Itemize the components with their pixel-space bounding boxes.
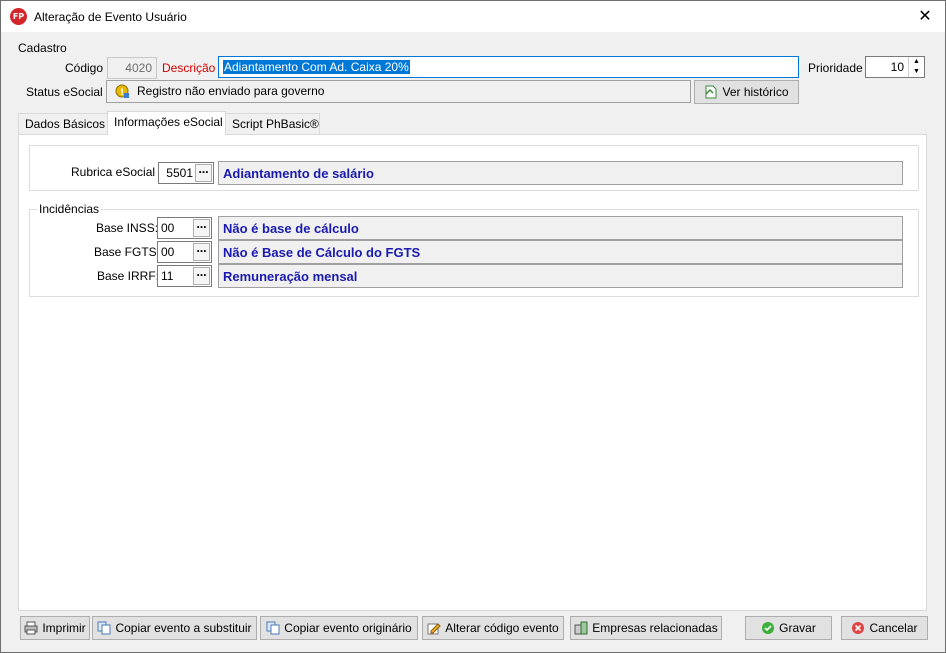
descricao-field[interactable]: Adiantamento Com Ad. Caixa 20%	[218, 56, 799, 78]
cadastro-legend: Cadastro	[18, 41, 67, 55]
cancelar-label: Cancelar	[869, 621, 918, 635]
companies-icon	[574, 621, 588, 635]
copiar-evento-originario-button[interactable]: Copiar evento originário	[260, 616, 418, 640]
imprimir-label: Imprimir	[42, 621, 86, 635]
base-irrf-description: Remuneração mensal	[218, 264, 903, 288]
tab-informacoes-esocial[interactable]: Informações eSocial	[107, 111, 226, 135]
status-esocial-field: ! Registro não enviado para governo	[106, 80, 691, 103]
copiar-evento-substituir-label: Copiar evento a substituir	[115, 621, 252, 635]
close-icon[interactable]: ✕	[905, 1, 945, 32]
gravar-button[interactable]: Gravar	[745, 616, 832, 640]
imprimir-button[interactable]: Imprimir	[20, 616, 90, 640]
cancel-circle-icon	[851, 621, 865, 635]
app-logo-icon: FP	[10, 8, 27, 25]
printer-icon	[24, 621, 38, 635]
cancelar-button[interactable]: Cancelar	[841, 616, 928, 640]
codigo-field[interactable]: 4020	[107, 57, 157, 79]
prioridade-value: 10	[890, 60, 904, 74]
base-inss-label: Base INSS:	[96, 221, 159, 235]
rubrica-code-value: 5501	[166, 166, 193, 180]
gravar-label: Gravar	[779, 621, 816, 635]
codigo-label: Código	[65, 61, 104, 75]
rubrica-lookup-button[interactable]: …	[195, 164, 212, 182]
prioridade-label: Prioridade	[808, 61, 863, 75]
tab-dados-basicos[interactable]: Dados Básicos	[18, 113, 108, 134]
base-fgts-lookup-button[interactable]: …	[193, 243, 210, 261]
base-irrf-lookup-button[interactable]: …	[193, 267, 210, 285]
window-title: Alteração de Evento Usuário	[34, 10, 187, 24]
esocial-tab-panel: Rubrica eSocial 5501 … Adiantamento de s…	[18, 134, 927, 611]
edit-pencil-icon	[427, 621, 442, 635]
empresas-relacionadas-label: Empresas relacionadas	[592, 621, 718, 635]
spinner-arrows-icon[interactable]: ▲ ▼	[908, 57, 924, 77]
copy-icon	[266, 621, 280, 635]
tab-informacoes-esocial-label: Informações eSocial	[114, 115, 223, 129]
tab-dados-basicos-label: Dados Básicos	[25, 117, 106, 131]
title-bar: FP Alteração de Evento Usuário ✕	[1, 1, 945, 32]
incidencias-legend: Incidências	[37, 202, 102, 216]
base-inss-lookup-button[interactable]: …	[193, 219, 210, 237]
status-esocial-text: Registro não enviado para governo	[137, 84, 325, 98]
tab-script-phbasic[interactable]: Script PhBasic®	[225, 113, 320, 134]
check-circle-icon	[761, 621, 775, 635]
base-inss-description: Não é base de cálculo	[218, 216, 903, 240]
rubrica-label: Rubrica eSocial	[71, 165, 156, 179]
svg-text:!: !	[120, 88, 124, 98]
ver-historico-label: Ver histórico	[722, 85, 789, 99]
descricao-selected-text: Adiantamento Com Ad. Caixa 20%	[223, 60, 410, 74]
descricao-label: Descrição	[162, 61, 216, 75]
copiar-evento-substituir-button[interactable]: Copiar evento a substituir	[92, 616, 257, 640]
rubrica-description: Adiantamento de salário	[218, 161, 903, 185]
base-irrf-code-value: 11	[161, 269, 174, 283]
history-doc-icon	[704, 85, 718, 99]
ver-historico-button[interactable]: Ver histórico	[694, 80, 799, 104]
dialog-window: FP Alteração de Evento Usuário ✕ Cadastr…	[0, 0, 946, 653]
base-inss-code-value: 00	[161, 221, 175, 235]
status-warning-icon: !	[115, 84, 130, 99]
base-fgts-label: Base FGTS:	[94, 245, 161, 259]
empresas-relacionadas-button[interactable]: Empresas relacionadas	[570, 616, 722, 640]
base-fgts-code-value: 00	[161, 245, 175, 259]
copy-icon	[97, 621, 111, 635]
prioridade-spinner[interactable]: 10 ▲ ▼	[865, 56, 925, 78]
tab-script-phbasic-label: Script PhBasic®	[232, 117, 319, 131]
alterar-codigo-evento-label: Alterar código evento	[445, 621, 559, 635]
copiar-evento-originario-label: Copiar evento originário	[284, 621, 412, 635]
status-esocial-label: Status eSocial	[26, 85, 103, 99]
base-irrf-label: Base IRRF:	[97, 269, 160, 283]
base-fgts-description: Não é Base de Cálculo do FGTS	[218, 240, 903, 264]
alterar-codigo-evento-button[interactable]: Alterar código evento	[422, 616, 564, 640]
